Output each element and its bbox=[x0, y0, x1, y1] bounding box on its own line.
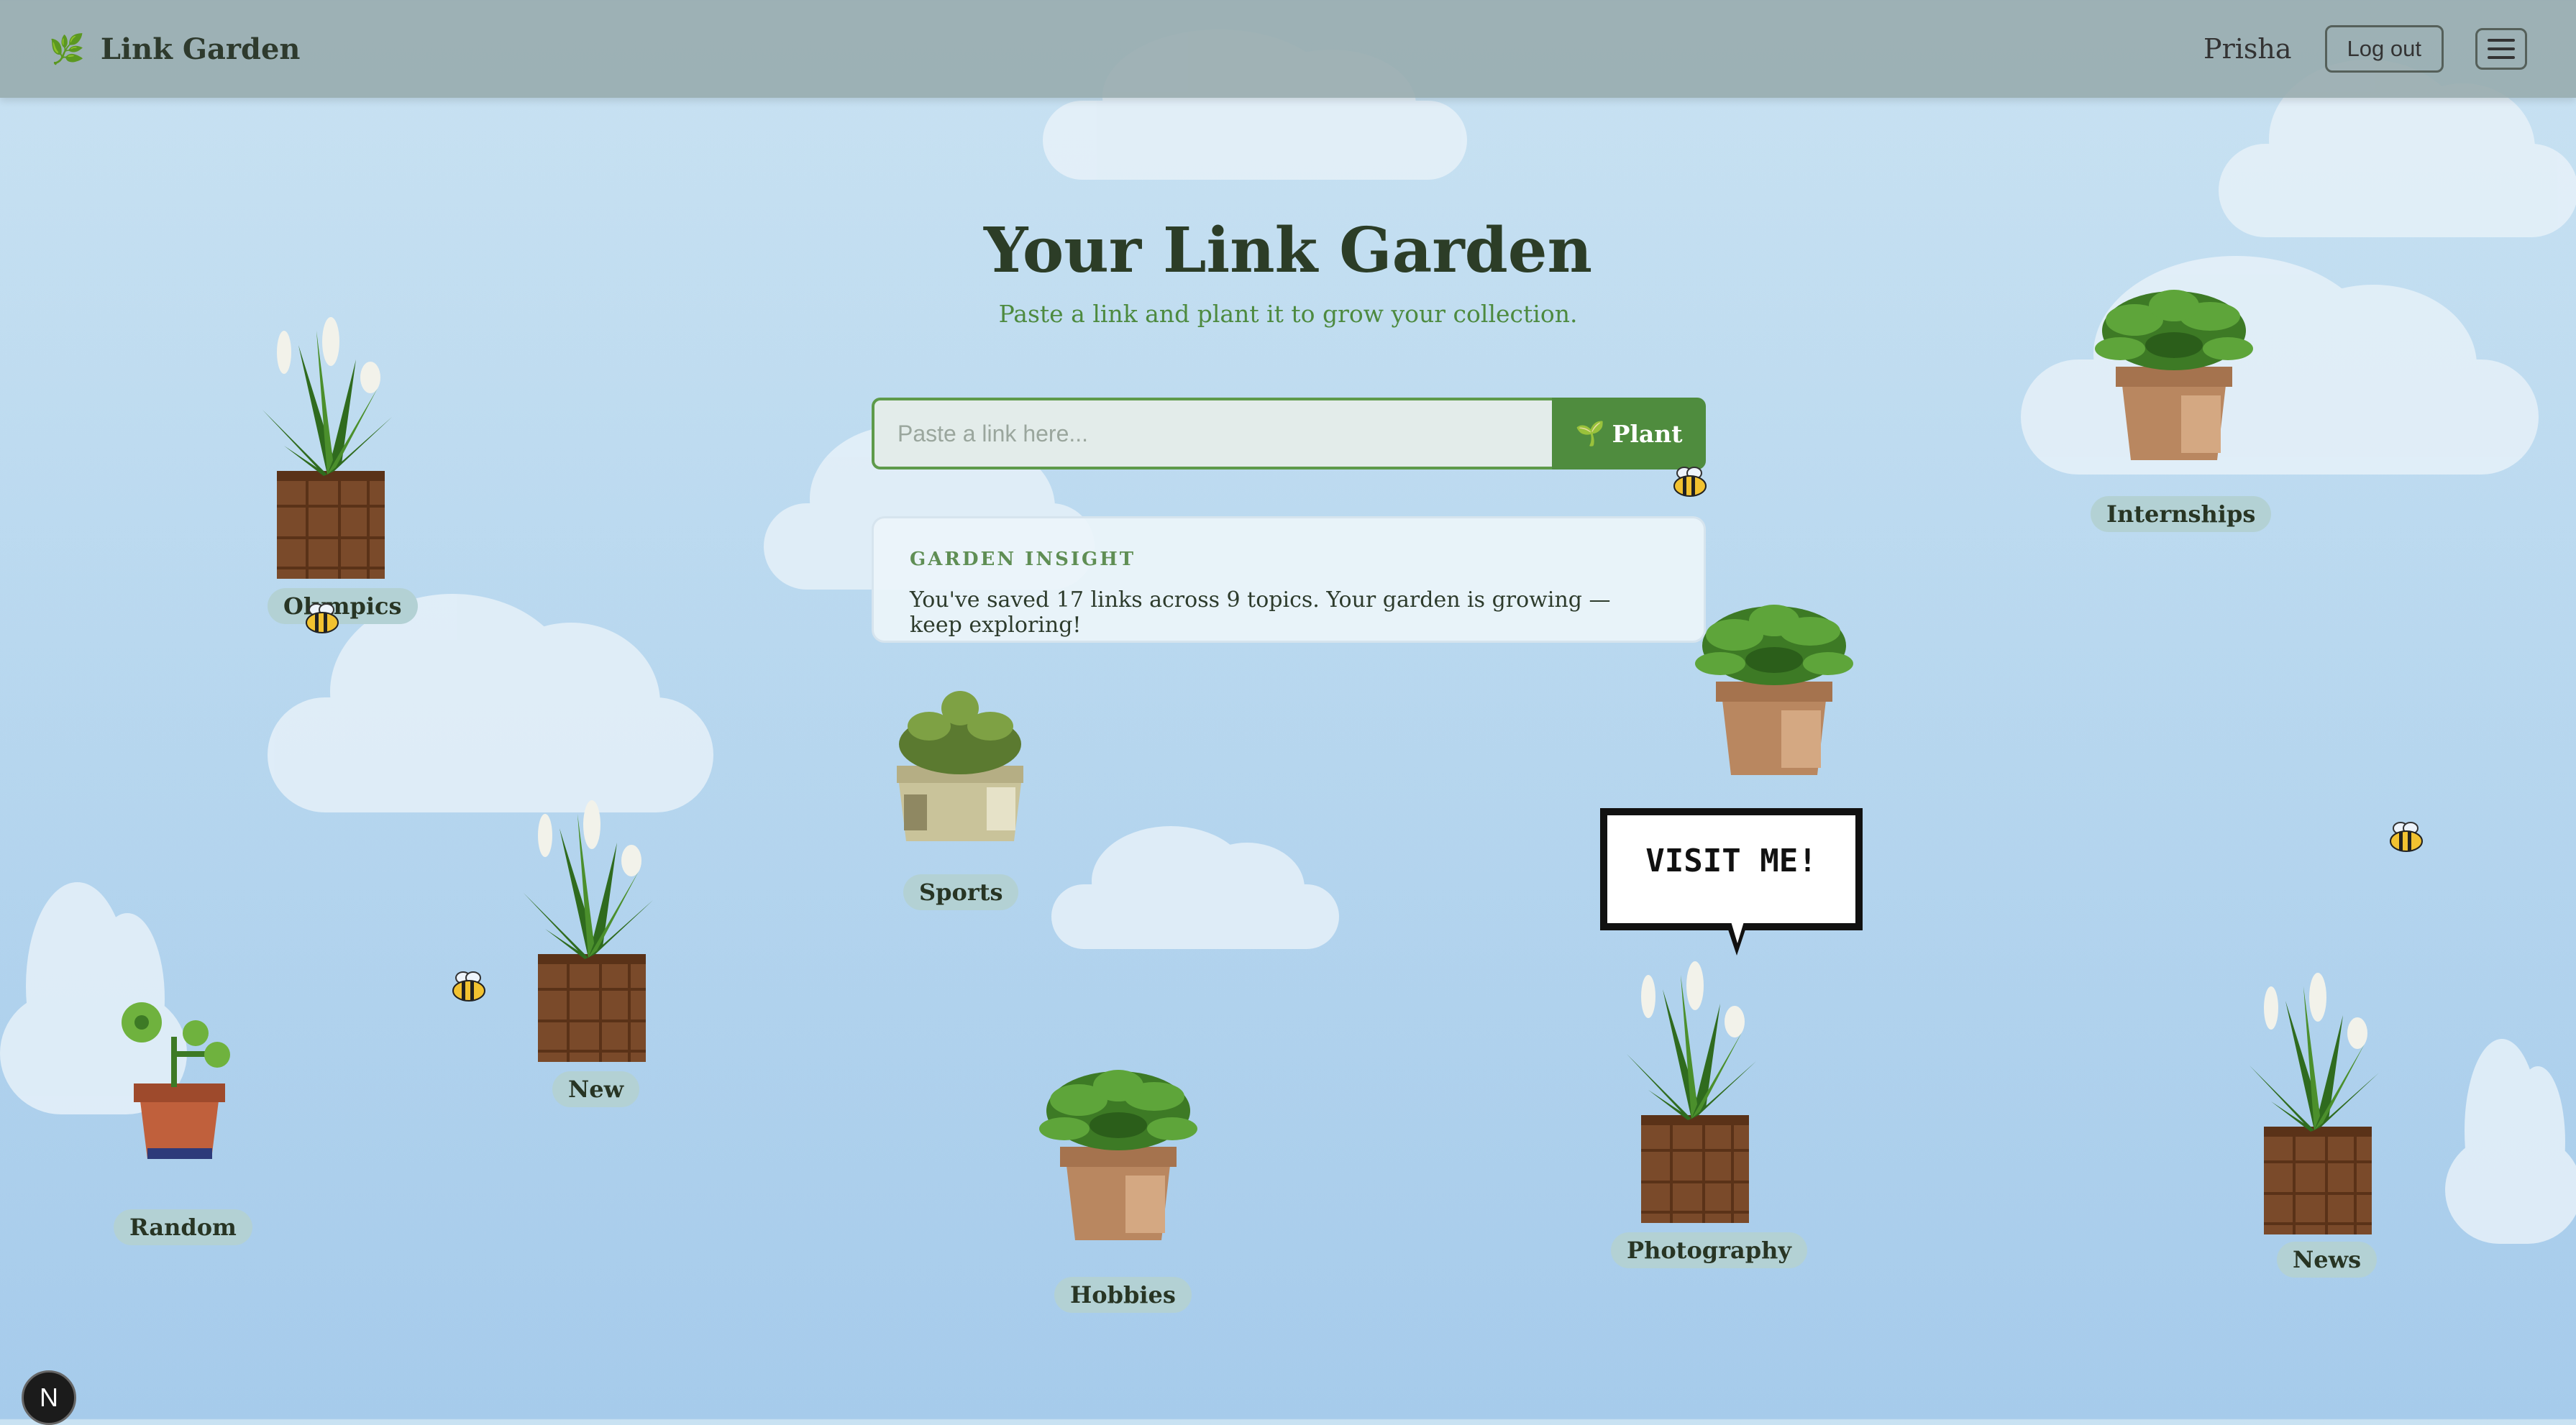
cloud bbox=[1043, 29, 1467, 180]
peace-lily-icon bbox=[524, 800, 653, 1062]
peace-lily-icon bbox=[262, 317, 392, 579]
sprout-icon: 🌱 bbox=[1575, 419, 1605, 447]
plant-hobbies[interactable] bbox=[1036, 1068, 1201, 1250]
plant-label[interactable]: Olympics bbox=[268, 588, 418, 624]
plant-internships[interactable] bbox=[2091, 288, 2257, 470]
plant-unlabeled[interactable] bbox=[1691, 602, 1857, 785]
header-actions: Prisha Log out bbox=[2203, 25, 2527, 73]
plant-random[interactable] bbox=[109, 1001, 239, 1169]
speech-bubble-icon bbox=[1600, 808, 1863, 956]
plant-label[interactable]: Hobbies bbox=[1054, 1277, 1192, 1313]
leafy-plant-icon bbox=[1695, 605, 1853, 775]
plant-news[interactable] bbox=[2242, 972, 2386, 1237]
leafy-plant-icon bbox=[2095, 290, 2253, 460]
bubble-text: VISIT ME! bbox=[1645, 843, 1817, 879]
cloud bbox=[268, 594, 713, 812]
page-title: Your Link Garden bbox=[983, 214, 1593, 287]
peace-lily-icon bbox=[2250, 973, 2379, 1234]
hamburger-menu-icon[interactable] bbox=[2475, 28, 2527, 70]
plant-olympics[interactable] bbox=[255, 316, 399, 582]
sprout-plant-icon bbox=[122, 1002, 230, 1159]
plant-label[interactable]: Random bbox=[114, 1209, 252, 1245]
user-name: Prisha bbox=[2203, 33, 2292, 65]
plant-button-label: Plant bbox=[1612, 419, 1683, 448]
leaf-logo-icon: 🌿 bbox=[49, 32, 85, 66]
bee-icon bbox=[1673, 467, 1707, 497]
link-input[interactable] bbox=[872, 398, 1552, 469]
plant-button[interactable]: 🌱 Plant bbox=[1552, 398, 1706, 469]
top-navbar: 🌿 Link Garden Prisha Log out bbox=[0, 0, 2576, 98]
garden-insight-card: GARDEN INSIGHT You've saved 17 links acr… bbox=[872, 516, 1706, 643]
brand[interactable]: 🌿 Link Garden bbox=[49, 32, 301, 66]
bee-icon bbox=[306, 603, 339, 633]
peace-lily-icon bbox=[1627, 961, 1756, 1223]
bee-icon bbox=[2390, 822, 2423, 852]
insight-text: You've saved 17 links across 9 topics. Y… bbox=[910, 587, 1611, 638]
plant-new[interactable] bbox=[516, 799, 660, 1065]
cloud bbox=[2445, 1039, 2576, 1244]
cloud bbox=[1051, 826, 1339, 949]
plant-label[interactable]: New bbox=[552, 1071, 640, 1107]
link-form: 🌱 Plant bbox=[872, 398, 1706, 469]
leafy-plant-icon bbox=[1039, 1070, 1197, 1240]
visit-me-bubble: VISIT ME! bbox=[1600, 808, 1863, 959]
dev-tools-badge[interactable]: N bbox=[22, 1370, 76, 1425]
plant-label[interactable]: Internships bbox=[2091, 496, 2272, 532]
app-title: Link Garden bbox=[100, 32, 301, 66]
plant-label[interactable]: News bbox=[2277, 1242, 2378, 1278]
plant-photography[interactable] bbox=[1620, 961, 1763, 1226]
plant-label[interactable]: Sports bbox=[903, 874, 1019, 910]
insight-label: GARDEN INSIGHT bbox=[910, 549, 1136, 570]
logout-button[interactable]: Log out bbox=[2324, 25, 2444, 73]
succulent-icon bbox=[897, 691, 1023, 841]
plant-label[interactable]: Photography bbox=[1611, 1232, 1807, 1268]
bee-icon bbox=[452, 971, 485, 1002]
plant-sports[interactable] bbox=[893, 687, 1027, 848]
